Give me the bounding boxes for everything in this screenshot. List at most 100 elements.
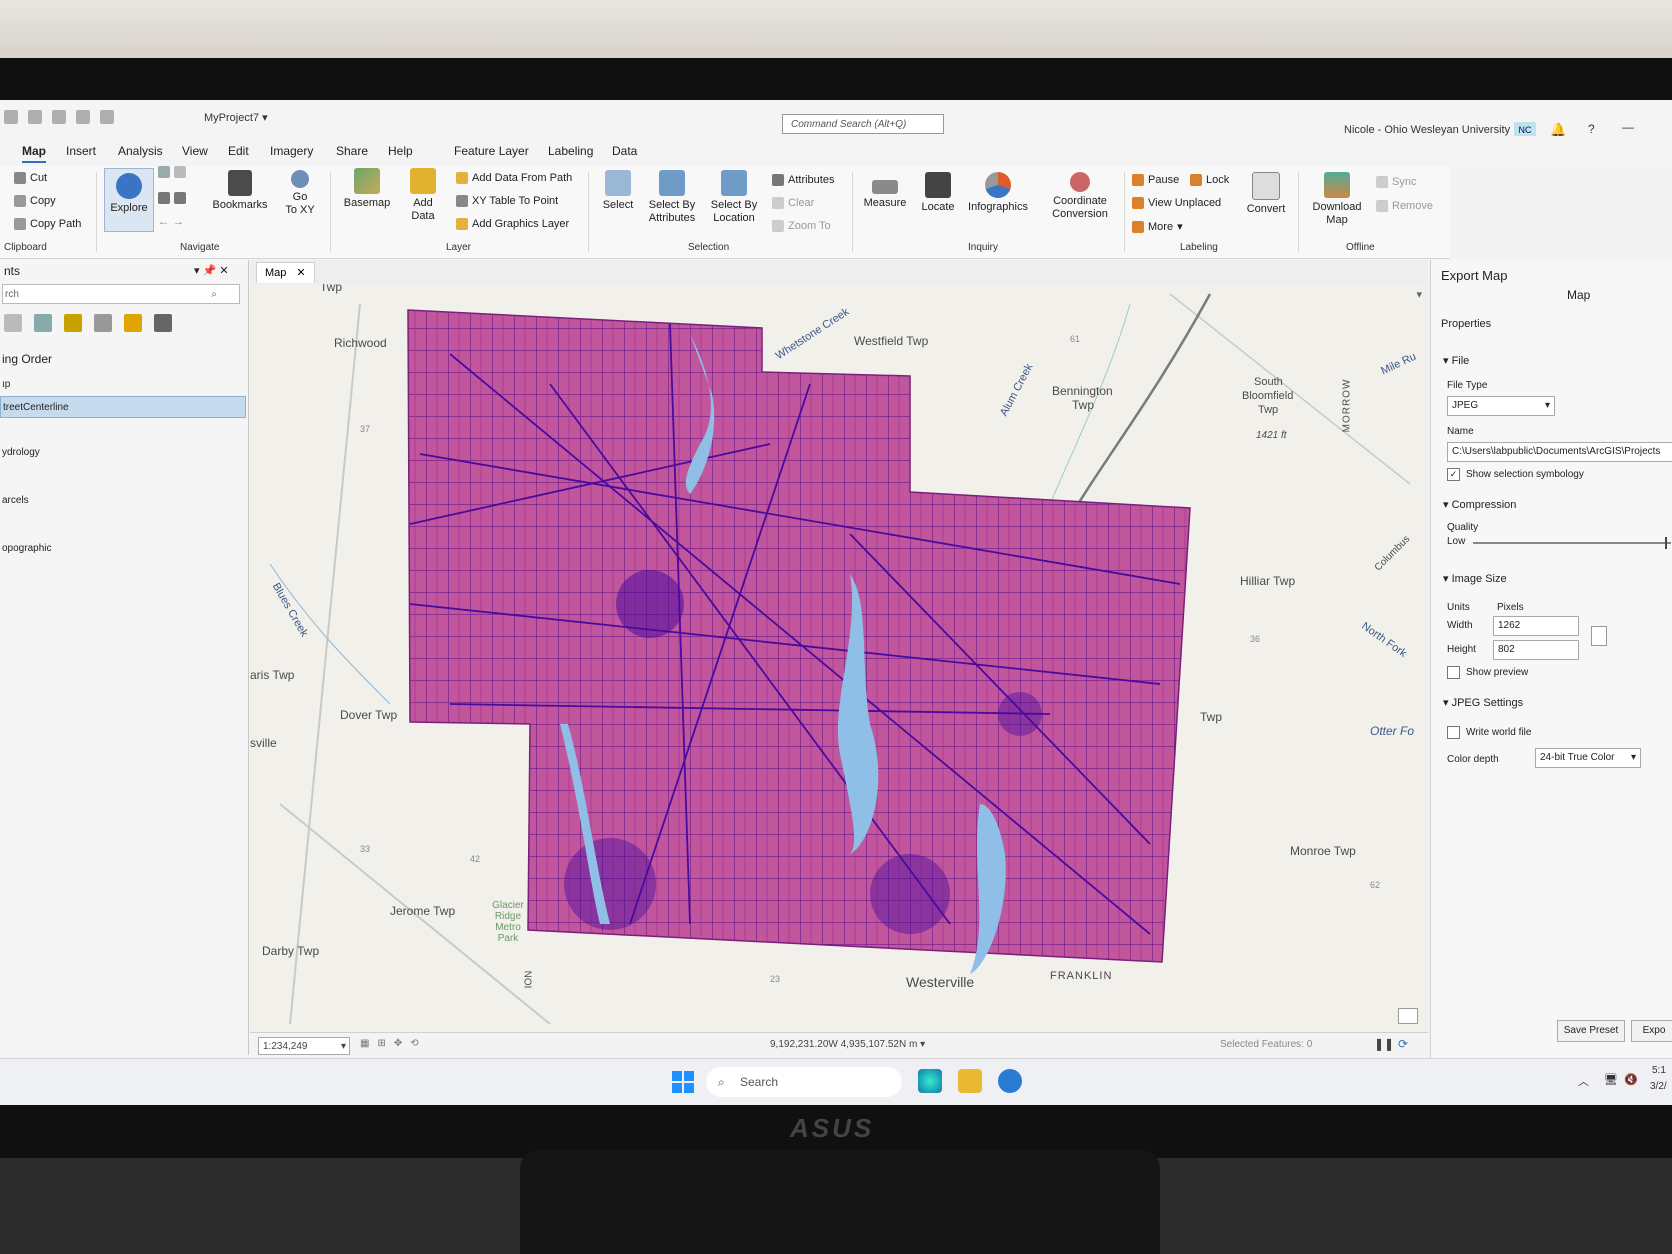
image-size-section-header[interactable]: ▾ Image Size xyxy=(1443,572,1507,585)
file-section-header[interactable]: ▾ File xyxy=(1443,354,1469,367)
tray-chevron-icon[interactable]: ︿ xyxy=(1578,1073,1589,1089)
edge-browser-icon[interactable] xyxy=(918,1069,942,1093)
edit-pencil-icon[interactable] xyxy=(64,314,82,332)
pin-icon[interactable]: 📌 xyxy=(203,265,217,277)
view-unplaced-button[interactable]: View Unplaced xyxy=(1132,197,1221,209)
basemap-button[interactable]: Basemap xyxy=(340,168,394,210)
color-depth-select[interactable]: 24-bit True Color ▾ xyxy=(1535,748,1641,768)
lock-aspect-ratio-icon[interactable] xyxy=(1591,626,1607,646)
contents-search-input[interactable]: rch ⌕ xyxy=(2,284,240,304)
pause-drawing-icon[interactable]: ❚❚ xyxy=(1374,1037,1394,1051)
zoom-to-selection-button[interactable]: Zoom To xyxy=(772,220,831,232)
close-icon[interactable]: ✕ xyxy=(219,265,228,277)
convert-labels-button[interactable]: Convert xyxy=(1242,172,1290,216)
tab-share[interactable]: Share xyxy=(336,144,368,158)
jpeg-settings-section-header[interactable]: ▾ JPEG Settings xyxy=(1443,696,1523,709)
tab-labeling[interactable]: Labeling xyxy=(548,144,593,158)
grid-icon[interactable]: ▦ xyxy=(360,1038,369,1049)
network-icon[interactable]: 🖥 xyxy=(1604,1073,1618,1086)
open-project-icon[interactable] xyxy=(28,110,42,124)
help-icon[interactable]: ? xyxy=(1588,122,1595,136)
add-data-from-path-button[interactable]: Add Data From Path xyxy=(456,172,572,184)
download-map-button[interactable]: Download Map xyxy=(1306,172,1368,227)
tab-insert[interactable]: Insert xyxy=(66,144,96,158)
locate-button[interactable]: Locate xyxy=(916,172,960,214)
volume-muted-icon[interactable]: 🔇 xyxy=(1624,1073,1638,1086)
export-button[interactable]: Expo xyxy=(1631,1020,1672,1042)
clear-selection-button[interactable]: Clear xyxy=(772,197,814,209)
copy-path-button[interactable]: Copy Path xyxy=(14,218,81,230)
tab-view[interactable]: View xyxy=(182,144,208,158)
selection-tool-icon[interactable] xyxy=(154,314,172,332)
undo-icon[interactable] xyxy=(76,110,90,124)
save-icon[interactable] xyxy=(52,110,66,124)
select-button[interactable]: Select xyxy=(598,170,638,212)
constraint-icon[interactable]: ✥ xyxy=(394,1038,402,1049)
show-preview-checkbox[interactable]: Show preview xyxy=(1447,666,1528,679)
tab-map-view[interactable]: Map ✕ xyxy=(256,262,315,283)
clock-time[interactable]: 5:1 xyxy=(1652,1065,1666,1076)
database-icon[interactable] xyxy=(4,314,22,332)
refresh-icon[interactable]: ⟳ xyxy=(1398,1037,1408,1051)
chevron-down-icon[interactable]: ▾ xyxy=(194,265,200,277)
tab-help[interactable]: Help xyxy=(388,144,413,158)
compression-section-header[interactable]: ▾ Compression xyxy=(1443,498,1516,511)
infographics-button[interactable]: Infographics xyxy=(964,172,1032,214)
map-view[interactable]: Twp Richwood Whetstone Creek Westfield T… xyxy=(250,284,1428,1032)
copy-button[interactable]: Copy xyxy=(14,195,56,207)
layer-topographic[interactable]: opographic xyxy=(0,538,246,560)
xy-table-to-point-button[interactable]: XY Table To Point xyxy=(456,195,558,207)
pane-options[interactable]: ▾ 📌 ✕ xyxy=(194,264,229,277)
back-arrow-icon[interactable]: ← xyxy=(158,216,169,228)
tab-data[interactable]: Data xyxy=(612,144,637,158)
chevron-down-icon[interactable]: ▾ xyxy=(1416,288,1422,301)
rotation-icon[interactable]: ⟲ xyxy=(410,1038,418,1049)
remove-button[interactable]: Remove xyxy=(1376,200,1433,212)
search-icon[interactable]: ⌕ xyxy=(211,285,217,305)
save-preset-button[interactable]: Save Preset xyxy=(1557,1020,1625,1042)
snapping-icon[interactable] xyxy=(94,314,112,332)
cut-button[interactable]: Cut xyxy=(14,172,47,184)
layer-hydrology[interactable]: ydrology xyxy=(0,442,246,464)
quality-slider[interactable] xyxy=(1473,537,1671,549)
go-to-xy-button[interactable]: Go To XY xyxy=(278,170,322,217)
source-icon[interactable] xyxy=(34,314,52,332)
select-by-location-button[interactable]: Select By Location xyxy=(706,170,762,225)
redo-icon[interactable] xyxy=(100,110,114,124)
measure-button[interactable]: Measure xyxy=(860,172,910,210)
bookmarks-button[interactable]: Bookmarks xyxy=(208,170,272,212)
snap-icon[interactable]: ⊞ xyxy=(377,1038,385,1049)
layer-map[interactable]: ıp xyxy=(0,374,246,396)
attributes-button[interactable]: Attributes xyxy=(772,174,834,186)
select-by-attributes-button[interactable]: Select By Attributes xyxy=(644,170,700,225)
file-explorer-icon[interactable] xyxy=(958,1069,982,1093)
back-forward[interactable]: ← → xyxy=(158,216,184,228)
tab-feature-layer[interactable]: Feature Layer xyxy=(454,144,529,158)
arcgis-pro-icon[interactable] xyxy=(998,1069,1022,1093)
project-name[interactable]: MyProject7 ▾ xyxy=(204,111,268,124)
clock-date[interactable]: 3/2/ xyxy=(1650,1081,1667,1092)
pause-labeling-button[interactable]: Pause xyxy=(1132,174,1179,186)
scale-selector[interactable]: 1:234,249 ▾ xyxy=(258,1037,350,1055)
tab-edit[interactable]: Edit xyxy=(228,144,249,158)
full-extent-icon[interactable] xyxy=(158,166,186,178)
more-labeling-button[interactable]: More ▾ xyxy=(1132,220,1183,233)
add-graphics-layer-button[interactable]: Add Graphics Layer xyxy=(456,218,569,230)
forward-arrow-icon[interactable]: → xyxy=(173,216,184,228)
show-selection-checkbox[interactable]: ✓ Show selection symbology xyxy=(1447,468,1584,481)
zoom-tools[interactable] xyxy=(158,192,186,204)
sync-button[interactable]: Sync xyxy=(1376,176,1416,188)
add-data-button[interactable]: Add Data xyxy=(400,168,446,223)
coordinate-conversion-button[interactable]: Coordinate Conversion xyxy=(1040,172,1120,221)
layer-parcels[interactable]: arcels xyxy=(0,490,246,512)
quality-slider-thumb[interactable] xyxy=(1665,537,1668,549)
windows-start-icon[interactable] xyxy=(672,1071,694,1093)
width-input[interactable]: 1262 xyxy=(1493,616,1579,636)
taskbar-search-input[interactable]: ⌕ Search xyxy=(706,1067,902,1097)
tab-map[interactable]: Map xyxy=(22,144,46,163)
write-world-file-checkbox[interactable]: Write world file xyxy=(1447,726,1531,739)
overview-icon[interactable] xyxy=(1398,1008,1418,1024)
height-input[interactable]: 802 xyxy=(1493,640,1579,660)
command-search-input[interactable]: Command Search (Alt+Q) xyxy=(782,114,944,134)
labeling-icon[interactable] xyxy=(124,314,142,332)
